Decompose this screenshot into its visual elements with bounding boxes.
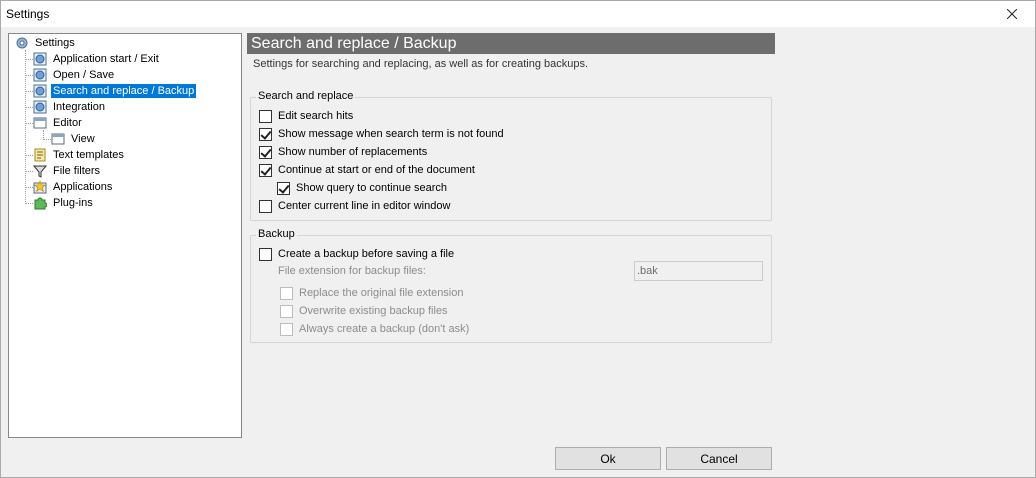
option-overwrite-existing[interactable]: Overwrite existing backup files xyxy=(280,303,448,319)
tree-item-applications[interactable]: Applications xyxy=(32,179,114,195)
globe-icon xyxy=(32,51,48,67)
globe-icon xyxy=(32,83,48,99)
tree-item-settings[interactable]: Settings xyxy=(14,35,77,51)
backup-extension-input[interactable]: .bak xyxy=(634,261,763,281)
tree-item-label: Settings xyxy=(35,37,75,49)
option-label: Always create a backup (don't ask) xyxy=(299,323,470,335)
checkbox[interactable] xyxy=(259,109,272,123)
tree-item-text-templates[interactable]: Text templates xyxy=(32,147,126,163)
title-bar: Settings xyxy=(1,1,1035,27)
option-show-message-not-found[interactable]: Show message when search term is not fou… xyxy=(259,126,504,142)
cancel-button[interactable]: Cancel xyxy=(666,447,772,470)
window-icon xyxy=(32,115,48,131)
tree-item-file-filters[interactable]: File filters xyxy=(32,163,102,179)
close-icon xyxy=(1007,9,1017,19)
checkbox[interactable] xyxy=(280,304,293,318)
option-label: Continue at start or end of the document xyxy=(278,164,475,176)
option-edit-search-hits[interactable]: Edit search hits xyxy=(259,108,353,124)
tree-item-view[interactable]: View xyxy=(50,131,97,147)
checkbox[interactable] xyxy=(280,286,293,300)
option-show-query-continue[interactable]: Show query to continue search xyxy=(277,180,447,196)
checkbox[interactable] xyxy=(259,247,272,261)
option-label: Show number of replacements xyxy=(278,146,428,158)
option-replace-original-extension[interactable]: Replace the original file extension xyxy=(280,285,464,301)
tree-item-label: View xyxy=(71,133,95,145)
option-show-number-replacements[interactable]: Show number of replacements xyxy=(259,144,427,160)
option-continue-at-start-end[interactable]: Continue at start or end of the document xyxy=(259,162,475,178)
gear-icon xyxy=(14,35,30,51)
option-label: Show query to continue search xyxy=(296,182,448,194)
settings-tree[interactable]: Settings Application start / Exit Open /… xyxy=(8,33,242,438)
checkbox[interactable] xyxy=(280,322,293,336)
checkbox[interactable] xyxy=(259,163,272,177)
backup-extension-label: File extension for backup files: xyxy=(278,265,426,277)
page-subtitle: Settings for searching and replacing, as… xyxy=(253,58,589,70)
option-label: Show message when search term is not fou… xyxy=(278,128,504,140)
document-icon xyxy=(32,147,48,163)
tree-item-label: Text templates xyxy=(53,149,124,161)
tree-item-plug-ins[interactable]: Plug-ins xyxy=(32,195,95,211)
page-title: Search and replace / Backup xyxy=(247,33,775,54)
ok-button[interactable]: Ok xyxy=(555,447,661,470)
tree-item-integration[interactable]: Integration xyxy=(32,99,107,115)
tree-item-label: Editor xyxy=(53,117,82,129)
tree-item-label: Integration xyxy=(53,101,105,113)
search-replace-group-title: Search and replace xyxy=(256,90,356,102)
option-label: Center current line in editor window xyxy=(278,200,451,212)
tree-item-label: Search and replace / Backup xyxy=(51,84,197,98)
checkbox[interactable] xyxy=(259,145,272,159)
option-create-backup[interactable]: Create a backup before saving a file xyxy=(259,246,454,262)
globe-icon xyxy=(32,67,48,83)
tree-item-label: File filters xyxy=(53,165,101,177)
option-center-current-line[interactable]: Center current line in editor window xyxy=(259,198,450,214)
tree-item-editor[interactable]: Editor xyxy=(32,115,84,131)
option-label: Replace the original file extension xyxy=(299,287,464,299)
checkbox[interactable] xyxy=(259,127,272,141)
tree-item-label: Plug-ins xyxy=(53,197,93,209)
checkbox[interactable] xyxy=(259,199,272,213)
tree-item-label: Open / Save xyxy=(53,69,115,81)
tree-item-label: Applications xyxy=(53,181,113,193)
window-icon xyxy=(50,131,66,147)
tree-item-open-save[interactable]: Open / Save xyxy=(32,67,116,83)
funnel-icon xyxy=(32,163,48,179)
checkbox[interactable] xyxy=(277,181,290,195)
star-icon xyxy=(32,179,48,195)
option-label: Edit search hits xyxy=(278,110,354,122)
tree-item-search-replace-backup[interactable]: Search and replace / Backup xyxy=(32,83,197,99)
tree-item-label: Application start / Exit xyxy=(53,53,159,65)
option-always-create-backup[interactable]: Always create a backup (don't ask) xyxy=(280,321,469,337)
puzzle-icon xyxy=(32,195,48,211)
globe-icon xyxy=(32,99,48,115)
settings-window: Settings Settings Application start / Ex… xyxy=(0,0,1036,478)
close-button[interactable] xyxy=(989,1,1035,27)
option-label: Overwrite existing backup files xyxy=(299,305,448,317)
option-label: Create a backup before saving a file xyxy=(278,248,455,260)
backup-group-title: Backup xyxy=(256,228,297,240)
tree-item-application-start-exit[interactable]: Application start / Exit xyxy=(32,51,161,67)
window-title: Settings xyxy=(6,7,50,21)
